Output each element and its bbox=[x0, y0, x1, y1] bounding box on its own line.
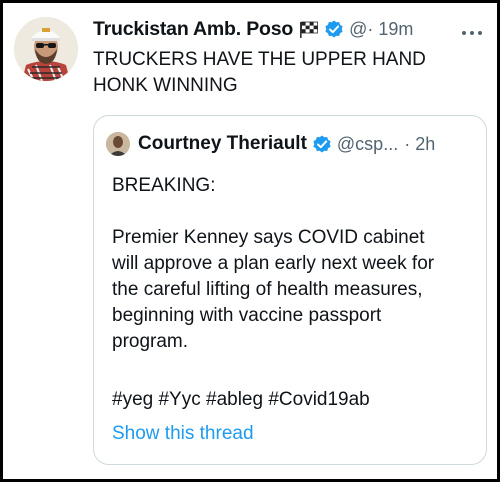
show-thread-link[interactable]: Show this thread bbox=[112, 421, 254, 447]
tweet-text: TRUCKERS HAVE THE UPPER HAND HONK WINNIN… bbox=[93, 47, 483, 99]
quoted-author-name[interactable]: Courtney Theriault bbox=[138, 133, 307, 155]
quoted-hashtags[interactable]: #yeg #Yyc #ableg #Covid19ab bbox=[112, 387, 370, 413]
tweet-text-line: TRUCKERS HAVE THE UPPER HAND bbox=[93, 49, 426, 70]
verified-icon bbox=[311, 133, 333, 155]
tweet-header: Truckistan Amb. Poso @ · 19m bbox=[93, 14, 483, 44]
more-icon[interactable] bbox=[461, 23, 483, 35]
author-avatar[interactable] bbox=[14, 17, 78, 81]
quoted-breaking-label: BREAKING: bbox=[112, 175, 216, 196]
quoted-body-line: will approve a plan early next week for bbox=[112, 253, 435, 274]
quoted-tweet[interactable]: Courtney Theriault @csp... · 2h BREAKING… bbox=[93, 115, 487, 465]
checkered-flag-icon bbox=[299, 21, 319, 38]
verified-icon bbox=[323, 18, 345, 40]
quoted-tweet-header: Courtney Theriault @csp... · 2h bbox=[106, 131, 474, 157]
quoted-body-line: program. bbox=[112, 331, 189, 352]
quoted-body-line: beginning with vaccine passport bbox=[112, 305, 382, 326]
quoted-author-handle[interactable]: @csp... bbox=[337, 134, 398, 155]
author-name[interactable]: Truckistan Amb. Poso bbox=[93, 18, 293, 41]
quoted-author-avatar bbox=[106, 132, 130, 156]
quoted-body-line: Premier Kenney says COVID cabinet bbox=[112, 227, 425, 248]
tweet-text-line: HONK WINNING bbox=[93, 75, 238, 96]
quoted-tweet-body: Premier Kenney says COVID cabinet will a… bbox=[112, 225, 434, 355]
tweet-time[interactable]: · 19m bbox=[367, 19, 413, 40]
quoted-tweet-time[interactable]: · 2h bbox=[404, 134, 435, 155]
tweet-card: Truckistan Amb. Poso @ · 19m TRUCKERS HA… bbox=[0, 0, 500, 482]
quoted-body-line: the careful lifting of health measures, bbox=[112, 279, 423, 300]
author-handle[interactable]: @ bbox=[349, 19, 367, 40]
